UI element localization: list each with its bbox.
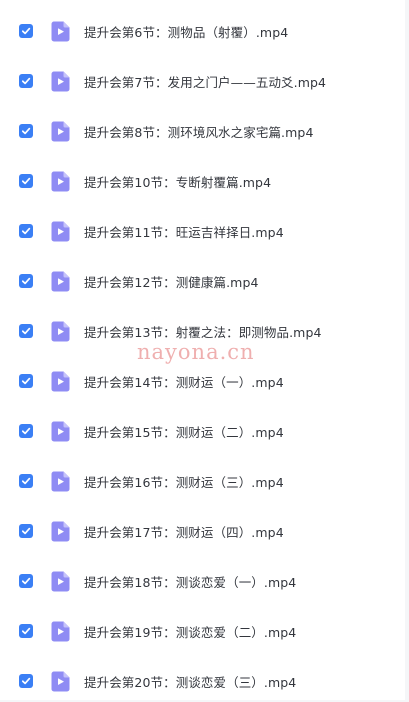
file-name: 提升会第17节：测财运（四）.mp4 — [84, 524, 284, 540]
video-file-icon — [51, 421, 70, 442]
file-row[interactable]: 提升会第20节：测谈恋爱（三）.mp4 — [0, 656, 405, 702]
video-file-icon — [51, 471, 70, 492]
file-list: 提升会第6节：测物品（射覆）.mp4 提升会第7节：发用之门户——五动爻.mp4 提… — [0, 0, 405, 700]
file-name: 提升会第16节：测财运（三）.mp4 — [84, 474, 284, 490]
file-name: 提升会第12节：测健康篇.mp4 — [84, 274, 259, 290]
file-row[interactable]: 提升会第12节：测健康篇.mp4 — [0, 256, 405, 306]
file-row[interactable]: 提升会第10节：专断射覆篇.mp4 — [0, 156, 405, 206]
file-name: 提升会第10节：专断射覆篇.mp4 — [84, 174, 272, 190]
file-row[interactable]: 提升会第17节：测财运（四）.mp4 — [0, 506, 405, 556]
file-rows: 提升会第6节：测物品（射覆）.mp4 提升会第7节：发用之门户——五动爻.mp4 提… — [0, 6, 405, 702]
file-name: 提升会第7节：发用之门户——五动爻.mp4 — [84, 74, 327, 90]
file-name: 提升会第18节：测谈恋爱（一）.mp4 — [84, 574, 297, 590]
video-file-icon — [51, 171, 70, 192]
file-name: 提升会第6节：测物品（射覆）.mp4 — [84, 24, 289, 40]
file-row[interactable]: 提升会第18节：测谈恋爱（一）.mp4 — [0, 556, 405, 606]
file-checkbox[interactable] — [19, 324, 33, 338]
file-row[interactable]: 提升会第15节：测财运（二）.mp4 — [0, 406, 405, 456]
file-name: 提升会第13节：射覆之法：即测物品.mp4 — [84, 324, 322, 340]
video-file-icon — [51, 621, 70, 642]
file-name: 提升会第20节：测谈恋爱（三）.mp4 — [84, 674, 297, 690]
file-checkbox[interactable] — [19, 674, 33, 688]
video-file-icon — [51, 271, 70, 292]
file-row[interactable]: 提升会第11节：旺运吉祥择日.mp4 — [0, 206, 405, 256]
file-checkbox[interactable] — [19, 424, 33, 438]
file-row[interactable]: 提升会第8节：测环境风水之家宅篇.mp4 — [0, 106, 405, 156]
video-file-icon — [51, 571, 70, 592]
file-name: 提升会第15节：测财运（二）.mp4 — [84, 424, 284, 440]
file-name: 提升会第11节：旺运吉祥择日.mp4 — [84, 224, 284, 240]
video-file-icon — [51, 371, 70, 392]
video-file-icon — [51, 521, 70, 542]
video-file-icon — [51, 221, 70, 242]
video-file-icon — [51, 71, 70, 92]
video-file-icon — [51, 671, 70, 692]
file-row[interactable]: 提升会第6节：测物品（射覆）.mp4 — [0, 6, 405, 56]
file-checkbox[interactable] — [19, 474, 33, 488]
file-row[interactable]: 提升会第14节：测财运（一）.mp4 — [0, 356, 405, 406]
file-checkbox[interactable] — [19, 24, 33, 38]
file-checkbox[interactable] — [19, 274, 33, 288]
file-row[interactable]: 提升会第7节：发用之门户——五动爻.mp4 — [0, 56, 405, 106]
file-checkbox[interactable] — [19, 524, 33, 538]
file-row[interactable]: 提升会第13节：射覆之法：即测物品.mp4 — [0, 306, 405, 356]
file-row[interactable]: 提升会第19节：测谈恋爱（二）.mp4 — [0, 606, 405, 656]
file-checkbox[interactable] — [19, 624, 33, 638]
file-name: 提升会第8节：测环境风水之家宅篇.mp4 — [84, 124, 314, 140]
video-file-icon — [51, 21, 70, 42]
video-file-icon — [51, 121, 70, 142]
file-checkbox[interactable] — [19, 574, 33, 588]
file-name: 提升会第19节：测谈恋爱（二）.mp4 — [84, 624, 297, 640]
file-checkbox[interactable] — [19, 174, 33, 188]
file-checkbox[interactable] — [19, 124, 33, 138]
video-file-icon — [51, 321, 70, 342]
file-name: 提升会第14节：测财运（一）.mp4 — [84, 374, 284, 390]
file-checkbox[interactable] — [19, 224, 33, 238]
file-checkbox[interactable] — [19, 74, 33, 88]
file-row[interactable]: 提升会第16节：测财运（三）.mp4 — [0, 456, 405, 506]
file-checkbox[interactable] — [19, 374, 33, 388]
